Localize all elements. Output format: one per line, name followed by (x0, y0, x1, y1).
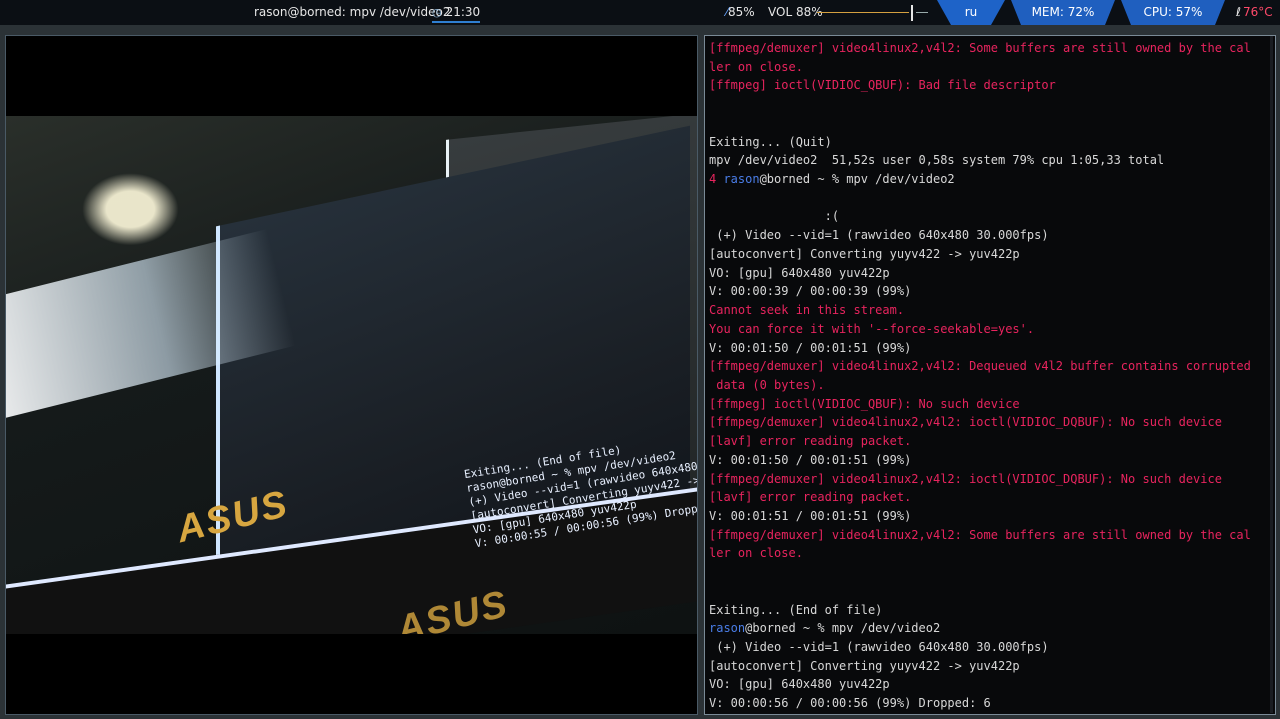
terminal-line: Exiting... (Quit) (709, 134, 832, 149)
terminal-line: V: 00:01:50 / 00:01:51 (99%) (709, 452, 912, 467)
mpv-video-window[interactable]: Exiting... (End of file) rason@borned ~ … (5, 35, 698, 715)
prompt-user: rason (723, 172, 760, 187)
terminal-scrollbar[interactable] (1270, 36, 1273, 713)
temperature-value: 76°C (1242, 5, 1273, 19)
terminal-line: (+) Video --vid=1 (rawvideo 640x480 30.0… (709, 228, 1049, 243)
terminal-line: [ffmpeg/demuxer] video4linux2,v4l2: Some… (709, 527, 1251, 542)
terminal-output: [ffmpeg/demuxer] video4linux2,v4l2: Some… (709, 39, 1273, 713)
clock-icon: ◷ (432, 6, 442, 19)
terminal-line: [lavf] error reading packet. (709, 434, 912, 449)
prompt-exit-code: 4 (709, 172, 724, 187)
terminal-line: [autoconvert] Converting yuyv422 -> yuv4… (709, 658, 1020, 673)
terminal-line: :( (709, 209, 840, 224)
terminal-line: V: 00:00:39 / 00:00:39 (99%) (709, 284, 912, 299)
terminal-line: V: 00:00:56 / 00:00:56 (99%) Dropped: 6 (709, 696, 991, 711)
terminal-window[interactable]: [ffmpeg/demuxer] video4linux2,v4l2: Some… (704, 35, 1276, 715)
terminal-line: V: 00:01:50 / 00:01:51 (99%) (709, 340, 912, 355)
clock[interactable]: ◷ 21:30 (432, 0, 481, 25)
webcam-frame: Exiting... (End of file) rason@borned ~ … (6, 116, 697, 634)
mem-indicator: MEM: 72% (1011, 0, 1115, 25)
terminal-line: VO: [gpu] 640x480 yuv422p (709, 265, 890, 280)
keyboard-layout[interactable]: ru (937, 0, 1005, 25)
terminal-line: [ffmpeg/demuxer] video4linux2,v4l2: ioct… (709, 415, 1222, 430)
terminal-line: [ffmpeg] ioctl(VIDIOC_QBUF): No such dev… (709, 396, 1020, 411)
status-bar: rason@borned: mpv /dev/video2 ◷ 21:30 ⁄85… (0, 0, 1280, 25)
terminal-line: rason@borned ~ % mpv /dev/video2 (709, 619, 1273, 638)
terminal-line: [ffmpeg/demuxer] video4linux2,v4l2: Dequ… (709, 359, 1251, 374)
volume-bar[interactable] (817, 12, 909, 13)
prompt-command: @borned ~ % mpv /dev/video2 (759, 172, 955, 187)
terminal-line: VO: [gpu] 640x480 yuv422p (709, 677, 890, 692)
terminal-line: 4 rason@borned ~ % mpv /dev/video2 (709, 170, 1273, 189)
terminal-line: ler on close. (709, 546, 803, 561)
terminal-line: mpv /dev/video2 51,52s user 0,58s system… (709, 153, 1165, 168)
prompt-user: rason (709, 621, 746, 636)
terminal-line: Exiting... (End of file) (709, 602, 883, 617)
terminal-line: [ffmpeg/demuxer] video4linux2,v4l2: ioct… (709, 471, 1222, 486)
prompt-command: @borned ~ % mpv /dev/video2 (745, 621, 941, 636)
volume-bar-rest (916, 12, 928, 13)
terminal-line: data (0 bytes). (709, 377, 825, 392)
terminal-line: V: 00:01:51 / 00:01:51 (99%) (709, 508, 912, 523)
clock-time: 21:30 (445, 5, 481, 19)
temperature-indicator: ℓ 76°C (1236, 0, 1273, 25)
terminal-line: [autoconvert] Converting yuyv422 -> yuv4… (709, 246, 1020, 261)
terminal-line: [lavf] error reading packet. (709, 490, 912, 505)
volume-label: VOL 88% (768, 5, 823, 19)
volume-slider-handle[interactable] (911, 5, 913, 21)
clock-underline (432, 21, 481, 23)
terminal-line: (+) Video --vid=1 (rawvideo 640x480 30.0… (709, 640, 1049, 654)
terminal-line: [ffmpeg] ioctl(VIDIOC_QBUF): Bad file de… (709, 78, 1056, 93)
terminal-line: You can force it with '--force-seekable=… (709, 321, 1035, 336)
window-title: rason@borned: mpv /dev/video2 (254, 5, 451, 19)
thermometer-icon: ℓ (1236, 5, 1241, 19)
battery-indicator[interactable]: ⁄85% (726, 0, 755, 25)
cpu-indicator: CPU: 57% (1121, 0, 1225, 25)
terminal-line: ler on close. (709, 59, 803, 74)
battery-value: 85% (728, 5, 755, 19)
terminal-line: Cannot seek in this stream. (709, 303, 905, 318)
terminal-line: [ffmpeg/demuxer] video4linux2,v4l2: Some… (709, 41, 1251, 55)
